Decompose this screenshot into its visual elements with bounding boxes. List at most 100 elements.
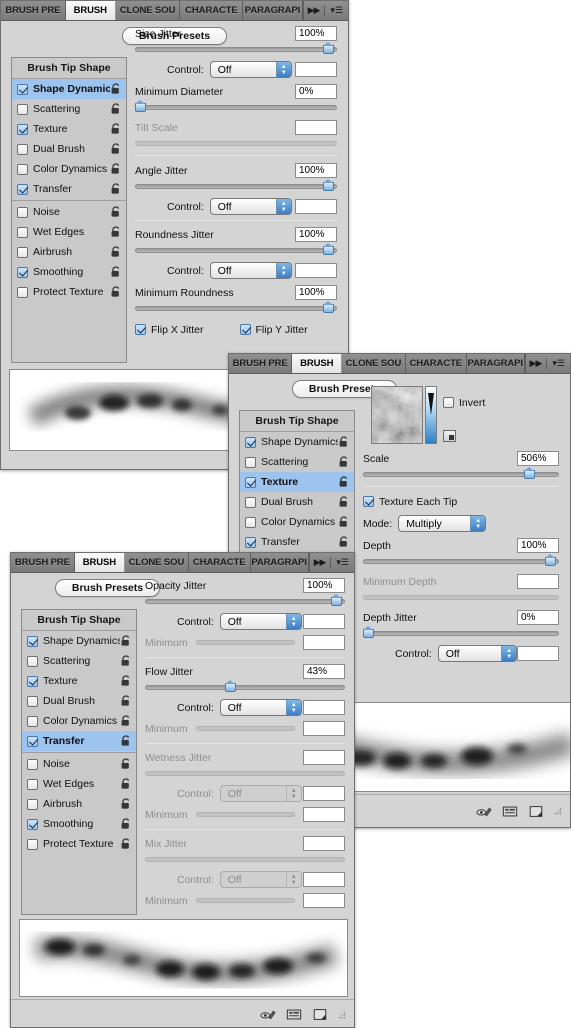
tab-brush[interactable]: BRUSH: [74, 553, 126, 572]
sidebar-item-color-dynamics[interactable]: Color Dynamics: [22, 711, 136, 731]
brush-preview-toggle-icon[interactable]: [260, 1008, 276, 1021]
tab-brush-presets[interactable]: BRUSH PRE: [229, 354, 293, 373]
lock-icon[interactable]: [120, 635, 132, 647]
sidebar-item-smoothing[interactable]: Smoothing: [12, 262, 126, 282]
sidebar-item-shape-dynamics[interactable]: Shape Dynamics: [22, 631, 136, 651]
lock-icon[interactable]: [110, 266, 122, 278]
sidebar-item-noise[interactable]: Noise: [22, 754, 136, 774]
sidebar-item-shape-dynamics[interactable]: Shape Dynamics: [240, 432, 354, 452]
lock-icon[interactable]: [110, 246, 122, 258]
tab-paragraph[interactable]: PARAGRAPI: [250, 553, 309, 572]
minimum-diameter-slider[interactable]: [135, 100, 337, 113]
roundness-jitter-field[interactable]: 100%: [295, 227, 337, 242]
checkbox-airbrush[interactable]: [17, 246, 28, 258]
tab-character[interactable]: CHARACTE: [405, 354, 467, 373]
checkbox-texture[interactable]: [27, 675, 38, 687]
checkbox-wet-edges[interactable]: [27, 778, 38, 790]
tab-character[interactable]: CHARACTE: [188, 553, 251, 572]
depth-jitter-slider[interactable]: [363, 626, 559, 639]
panel3-tab-tools[interactable]: ▶▶ ▾☰: [309, 553, 354, 572]
scale-slider[interactable]: [363, 467, 559, 480]
lock-icon[interactable]: [120, 758, 132, 770]
checkbox-texture[interactable]: [245, 476, 256, 488]
brush-panel-transfer[interactable]: BRUSH PRE BRUSH CLONE SOU CHARACTE PARAG…: [10, 552, 355, 1028]
size-control-dropdown[interactable]: Off ▲ ▼: [209, 61, 292, 78]
depth-slider[interactable]: [363, 554, 559, 567]
panel-menu-icon[interactable]: ▾☰: [330, 6, 343, 15]
checkbox-flip-y-jitter[interactable]: [239, 324, 251, 335]
tab-clone-source[interactable]: CLONE SOU: [342, 354, 406, 373]
checkbox-noise[interactable]: [27, 758, 38, 770]
opacity-jitter-slider[interactable]: [145, 594, 345, 607]
lock-icon[interactable]: [338, 476, 350, 488]
lock-icon[interactable]: [120, 818, 132, 830]
panel2-tabbar[interactable]: BRUSH PRE BRUSH CLONE SOU CHARACTE PARAG…: [229, 354, 570, 374]
checkbox-flip-x-jitter[interactable]: [135, 324, 146, 335]
sidebar-item-shape-dynamics[interactable]: Shape Dynamics: [12, 79, 126, 99]
lock-icon[interactable]: [110, 123, 122, 135]
panel1-option-list[interactable]: Brush Tip Shape Shape Dynamics Scatterin…: [11, 57, 127, 363]
checkbox-color-dynamics[interactable]: [17, 163, 28, 175]
lock-icon[interactable]: [110, 226, 122, 238]
tab-paragraph[interactable]: PARAGRAPI: [243, 1, 303, 20]
checkbox-smoothing[interactable]: [17, 266, 28, 278]
sidebar-item-texture[interactable]: Texture: [12, 119, 126, 139]
checkbox-invert[interactable]: [443, 397, 454, 408]
lock-icon[interactable]: [110, 103, 122, 115]
resize-grip-icon[interactable]: [554, 807, 562, 815]
sidebar-item-noise[interactable]: Noise: [12, 202, 126, 222]
checkbox-dual-brush[interactable]: [27, 695, 38, 707]
flow-jitter-slider[interactable]: [145, 680, 345, 693]
checkbox-scattering[interactable]: [245, 456, 256, 468]
checkbox-texture-each-tip[interactable]: [363, 496, 374, 507]
lock-icon[interactable]: [338, 456, 350, 468]
minimum-diameter-field[interactable]: 0%: [295, 84, 337, 99]
brush-panel-icon[interactable]: [286, 1008, 302, 1021]
checkbox-dual-brush[interactable]: [17, 143, 28, 155]
sidebar-item-airbrush[interactable]: Airbrush: [22, 794, 136, 814]
size-jitter-slider[interactable]: [135, 42, 337, 55]
sidebar-item-dual-brush[interactable]: Dual Brush: [240, 492, 354, 512]
checkbox-protect-texture[interactable]: [17, 286, 28, 298]
sidebar-item-color-dynamics[interactable]: Color Dynamics: [240, 512, 354, 532]
lock-icon[interactable]: [120, 675, 132, 687]
slider-knob[interactable]: [331, 594, 342, 606]
lock-icon[interactable]: [120, 655, 132, 667]
sidebar-item-wet-edges[interactable]: Wet Edges: [22, 774, 136, 794]
tab-clone-source[interactable]: CLONE SOU: [115, 1, 181, 20]
mode-dropdown[interactable]: Multiply ▲ ▼: [398, 515, 487, 532]
lock-icon[interactable]: [338, 516, 350, 528]
checkbox-scattering[interactable]: [17, 103, 28, 115]
size-jitter-field[interactable]: 100%: [295, 26, 337, 41]
lock-icon[interactable]: [338, 536, 350, 548]
sidebar-item-texture[interactable]: Texture: [22, 671, 136, 691]
lock-icon[interactable]: [110, 143, 122, 155]
checkbox-transfer[interactable]: [245, 536, 256, 548]
texture-thumbnail[interactable]: [371, 386, 423, 444]
checkbox-dual-brush[interactable]: [245, 496, 256, 508]
checkbox-shape-dynamics[interactable]: [17, 83, 28, 95]
lock-icon[interactable]: [110, 183, 122, 195]
checkbox-color-dynamics[interactable]: [245, 516, 256, 528]
resize-grip-icon[interactable]: [338, 1011, 346, 1019]
sidebar-item-dual-brush[interactable]: Dual Brush: [22, 691, 136, 711]
scale-field[interactable]: 506%: [517, 451, 559, 466]
panel3-tabbar[interactable]: BRUSH PRE BRUSH CLONE SOU CHARACTE PARAG…: [11, 553, 354, 573]
opacity-jitter-field[interactable]: 100%: [303, 578, 345, 593]
sidebar-item-scattering[interactable]: Scattering: [12, 99, 126, 119]
slider-knob[interactable]: [225, 680, 236, 692]
slider-knob[interactable]: [322, 179, 334, 191]
angle-jitter-slider[interactable]: [135, 179, 337, 192]
sidebar-item-transfer[interactable]: Transfer: [240, 532, 354, 552]
panel-menu-icon[interactable]: ▾☰: [336, 558, 349, 567]
opacity-control-field[interactable]: [303, 614, 345, 629]
new-brush-icon[interactable]: [312, 1008, 328, 1021]
sidebar-item-scattering[interactable]: Scattering: [240, 452, 354, 472]
slider-knob[interactable]: [322, 301, 334, 313]
panel1-tabbar[interactable]: BRUSH PRE BRUSH CLONE SOU CHARACTE PARAG…: [1, 1, 348, 21]
depth-jitter-field[interactable]: 0%: [517, 610, 559, 625]
sidebar-item-protect-texture[interactable]: Protect Texture: [12, 282, 126, 302]
sidebar-item-airbrush[interactable]: Airbrush: [12, 242, 126, 262]
lock-icon[interactable]: [110, 206, 122, 218]
lock-icon[interactable]: [110, 83, 122, 95]
